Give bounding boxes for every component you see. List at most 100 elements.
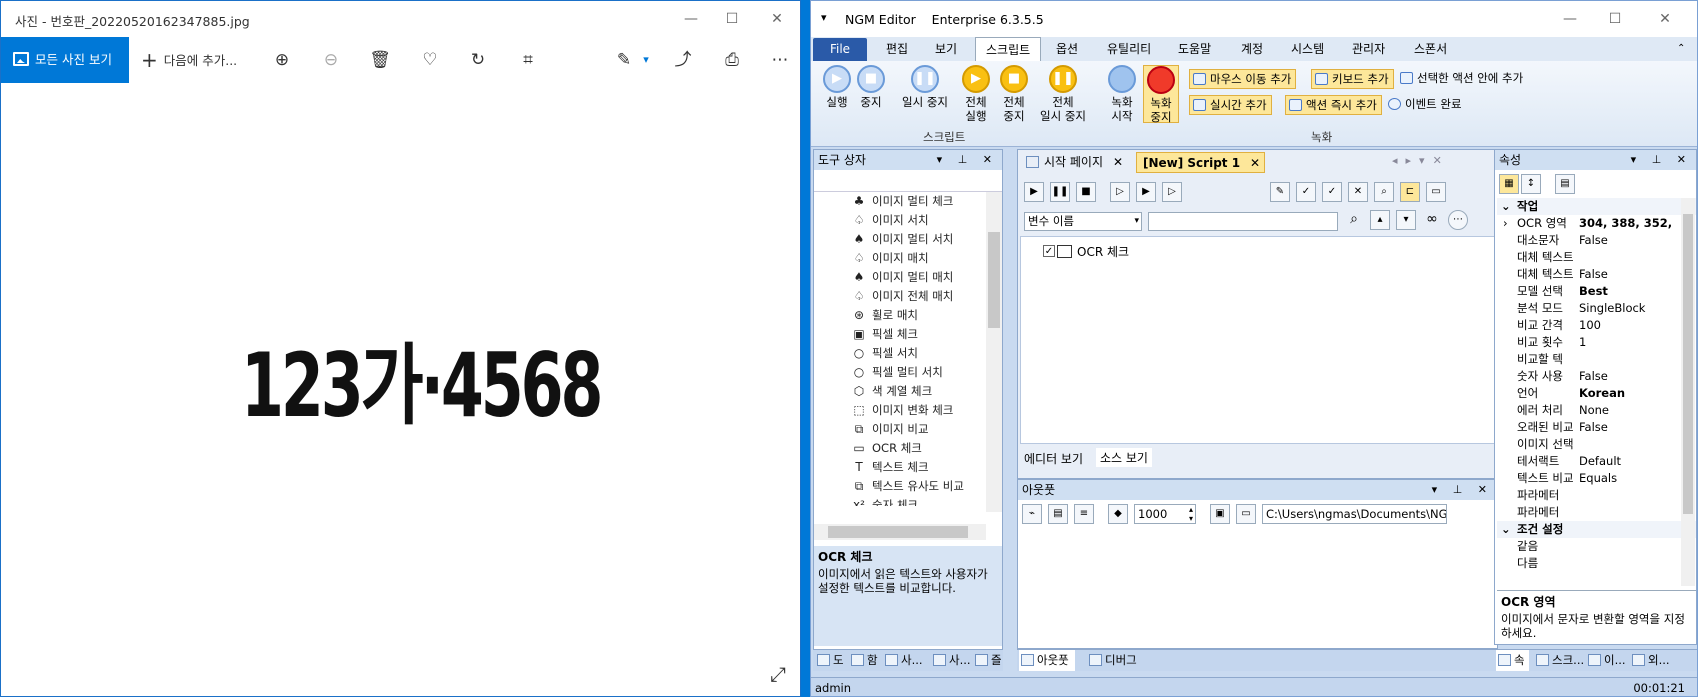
screen-icon[interactable]: ▭	[1426, 182, 1446, 202]
property-row[interactable]: 파라메터	[1497, 487, 1696, 504]
close-icon[interactable]: ✕	[1646, 7, 1684, 31]
spinner-icon[interactable]: ▴ ▾	[1189, 505, 1193, 523]
chevron-down-icon[interactable]: ▾	[629, 37, 663, 83]
step-icon[interactable]: ▷	[1110, 182, 1130, 202]
pane-controls[interactable]: ▾ ⊥ ✕	[1432, 480, 1493, 500]
property-pages-icon[interactable]: ▤	[1555, 174, 1575, 194]
property-row[interactable]: 테서랙트 Default	[1497, 453, 1696, 470]
section-work[interactable]: ⌄ 작업	[1497, 198, 1696, 215]
property-row[interactable]: 대체 텍스트 False	[1497, 266, 1696, 283]
tab-edit[interactable]: 편집	[886, 37, 908, 61]
arrow-up-icon[interactable]: ▴	[1370, 210, 1390, 230]
property-row[interactable]: 파라메터	[1497, 504, 1696, 521]
variable-input[interactable]	[1148, 212, 1338, 231]
search-icon[interactable]: ⌕	[1374, 182, 1394, 202]
toolbox-item[interactable]: ♤ 이미지 전체 매치	[850, 287, 954, 306]
delete-icon[interactable]: ✕	[1348, 182, 1368, 202]
tab-user-func[interactable]: 사...	[931, 650, 971, 671]
property-row[interactable]: › OCR 영역 304, 388, 352,	[1497, 215, 1696, 232]
toolbox-item[interactable]: ♤ 이미지 매치	[850, 249, 929, 268]
run-all-button[interactable]: ▶ 전체 실행	[959, 65, 993, 123]
output-path-field[interactable]: C:\Users\ngmas\Documents\NGM6\	[1262, 504, 1447, 524]
toolbox-item[interactable]: ♠ 이미지 멀티 매치	[850, 268, 954, 287]
tab-help[interactable]: 도움말	[1178, 37, 1211, 61]
property-row[interactable]: 대체 텍스트	[1497, 249, 1696, 266]
properties-scrollbar[interactable]	[1681, 198, 1695, 586]
zoom-out-icon[interactable]: ⊖	[314, 37, 348, 83]
delete-icon[interactable]: 🗑	[363, 37, 397, 83]
property-row[interactable]: 비교 간격 100	[1497, 317, 1696, 334]
property-row[interactable]: 대소문자 False	[1497, 232, 1696, 249]
pane-controls[interactable]: ▾ ⊥ ✕	[937, 150, 998, 170]
property-row[interactable]: 모델 선택 Best	[1497, 283, 1696, 300]
toolbox-item[interactable]: ⬡ 색 계열 체크	[850, 382, 932, 401]
tab-view[interactable]: 보기	[935, 37, 957, 61]
property-row[interactable]: 에러 처리 None	[1497, 402, 1696, 419]
property-row[interactable]: 오래된 비교 False	[1497, 419, 1696, 436]
check-icon[interactable]: ✓	[1296, 182, 1316, 202]
tab-function[interactable]: 함	[849, 650, 878, 671]
minimize-icon[interactable]: —	[672, 7, 710, 31]
toolbox-item[interactable]: ○ 픽셀 서치	[850, 344, 918, 363]
arrow-down-icon[interactable]: ▾	[1396, 210, 1416, 230]
tree-icon[interactable]: ⊏	[1400, 182, 1420, 202]
folder-icon[interactable]: ▭	[1236, 504, 1256, 524]
property-row[interactable]: 다름	[1497, 555, 1696, 572]
list-icon[interactable]: ≡	[1074, 504, 1094, 524]
document-icon[interactable]: ▤	[1048, 504, 1068, 524]
toolbox-item[interactable]: ⧉ 이미지 비교	[850, 420, 929, 439]
crop-icon[interactable]: ⌗	[511, 37, 545, 83]
tab-external[interactable]: 외...	[1630, 650, 1670, 671]
property-row[interactable]: 비교 횟수 1	[1497, 334, 1696, 351]
action-add-button[interactable]: 액션 즉시 추가	[1285, 95, 1382, 115]
toolbox-item[interactable]: ○ 픽셀 멀티 서치	[850, 363, 943, 382]
mouse-move-add-button[interactable]: 마우스 이동 추가	[1189, 69, 1297, 89]
tab-account[interactable]: 계정	[1241, 37, 1263, 61]
window-menu-icon[interactable]: ▾	[821, 11, 827, 24]
more-icon[interactable]: ⋯	[763, 37, 797, 83]
check-all-icon[interactable]: ✓	[1322, 182, 1342, 202]
tab-options[interactable]: 옵션	[1056, 37, 1078, 61]
property-row[interactable]: 언어 Korean	[1497, 385, 1696, 402]
print-icon[interactable]: ⎙	[715, 37, 749, 83]
variable-select[interactable]: 변수 이름 ▾	[1024, 212, 1142, 231]
tab-file[interactable]: File	[813, 38, 867, 61]
sort-az-icon[interactable]: ↕	[1521, 174, 1541, 194]
minimize-icon[interactable]: —	[1551, 7, 1589, 31]
toolbox-item[interactable]: T 텍스트 체크	[850, 458, 928, 477]
vertical-scrollbar[interactable]	[986, 192, 1002, 512]
zoom-in-icon[interactable]: ⊕	[265, 37, 299, 83]
property-row[interactable]: 이미지 선택	[1497, 436, 1696, 453]
property-row[interactable]: 같음	[1497, 538, 1696, 555]
property-row[interactable]: 비교할 텍	[1497, 351, 1696, 368]
record-start-button[interactable]: 녹화 시작	[1105, 65, 1139, 123]
keyboard-add-button[interactable]: 키보드 추가	[1311, 69, 1394, 89]
tab-start-page[interactable]: 시작 페이지 ✕	[1022, 152, 1127, 173]
run-selected-icon[interactable]: ▷	[1162, 182, 1182, 202]
edit-icon[interactable]: ✎	[1270, 182, 1290, 202]
horizontal-scrollbar[interactable]	[814, 524, 986, 540]
save-icon[interactable]: ▣	[1210, 504, 1230, 524]
tab-script-list[interactable]: 스크...	[1534, 650, 1584, 671]
tab-editor-view[interactable]: 에디터 보기	[1024, 450, 1083, 467]
tab-system[interactable]: 시스템	[1291, 37, 1324, 61]
broom-icon[interactable]: ⌁	[1022, 504, 1042, 524]
pause-all-button[interactable]: ❚❚ 전체 일시 중지	[1033, 65, 1093, 123]
section-condition[interactable]: ⌄ 조건 설정	[1497, 521, 1696, 538]
tab-sponsor[interactable]: 스폰서	[1414, 37, 1447, 61]
tab-image[interactable]: 이...	[1586, 650, 1626, 671]
property-row[interactable]: 텍스트 비교 Equals	[1497, 470, 1696, 487]
count-input[interactable]: 1000 ▴ ▾	[1134, 504, 1196, 524]
maximize-icon[interactable]: ☐	[1596, 7, 1634, 31]
event-complete-button[interactable]: 이벤트 완료	[1385, 95, 1466, 115]
tab-output[interactable]: 아웃풋	[1019, 650, 1075, 671]
expand-icon[interactable]: ›	[1503, 215, 1508, 232]
all-photos-button[interactable]: 모든 사진 보기	[1, 37, 129, 83]
expand-icon[interactable]: ⤢	[770, 662, 786, 686]
tab-script[interactable]: 스크립트	[975, 37, 1042, 61]
add-in-selected-button[interactable]: 선택한 액션 안에 추가	[1397, 69, 1527, 89]
categorized-icon[interactable]: ▦	[1499, 174, 1519, 194]
ribbon-collapse-icon[interactable]: ⌃	[1677, 37, 1685, 61]
add-to-button[interactable]: + 다음에 추가...	[141, 37, 237, 83]
tab-script-1[interactable]: [New] Script 1 ✕	[1136, 152, 1266, 173]
